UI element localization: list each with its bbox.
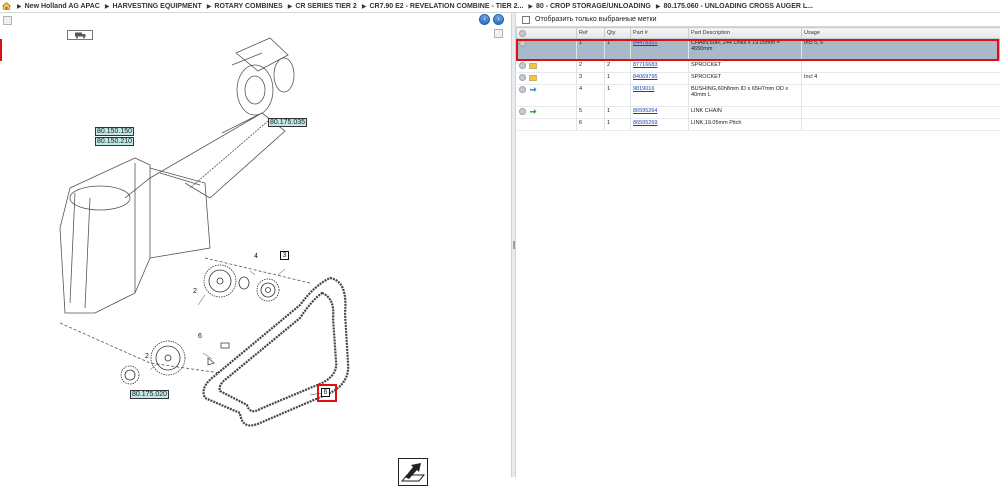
breadcrumb-item-brand[interactable]: ▶New Holland AG APAC xyxy=(17,3,100,10)
row-expand-icon[interactable] xyxy=(519,40,526,47)
breadcrumb-item-page[interactable]: ▶80.175.060 - UNLOADING CROSS AUGER L... xyxy=(656,3,813,10)
column-header-usage[interactable]: Usage xyxy=(802,28,1000,39)
diagram-pane: ‹ › xyxy=(0,13,511,477)
column-header-qty[interactable]: Qty xyxy=(605,28,631,39)
triangle-right-icon: ▶ xyxy=(288,3,293,10)
column-header-icon[interactable] xyxy=(517,28,577,39)
table-header-row: Ref Qty Part # Part Description Usage xyxy=(517,28,1000,39)
part-link[interactable]: 84478351 xyxy=(633,40,657,46)
part-link[interactable]: 86595269 xyxy=(633,120,657,126)
ref-label-80-175-035[interactable]: 80.175.035 xyxy=(268,118,307,127)
table-row[interactable]: 3 1 84069795 SPROCKET Incl 4 xyxy=(517,73,1000,85)
navigate-up-icon[interactable] xyxy=(398,458,428,486)
home-icon[interactable] xyxy=(2,2,11,10)
folder-icon xyxy=(529,62,537,69)
part-link[interactable]: 86595264 xyxy=(633,108,657,114)
column-header-description[interactable]: Part Description xyxy=(689,28,802,39)
filter-bar: Отобразить только выбранные метки xyxy=(516,13,1000,27)
folder-icon xyxy=(529,74,537,81)
callout-6[interactable]: 6 xyxy=(198,333,202,340)
ref-label-80-150-150[interactable]: 80.150.150 xyxy=(95,127,134,136)
selected-callout-highlight xyxy=(317,384,337,402)
table-row[interactable]: 4 1 9819016 BUSHING,60h8mm ID x 65H7mm O… xyxy=(517,85,1000,107)
replace-arrow-icon xyxy=(529,86,537,93)
triangle-right-icon: ▶ xyxy=(362,3,367,10)
part-link[interactable]: 9819016 xyxy=(633,86,654,92)
breadcrumb: ▶New Holland AG APAC ▶HARVESTING EQUIPME… xyxy=(0,0,1000,13)
breadcrumb-item-section[interactable]: ▶80 - CROP STORAGE/UNLOADING xyxy=(528,3,651,10)
column-header-ref[interactable]: Ref xyxy=(577,28,605,39)
triangle-right-icon: ▶ xyxy=(528,3,533,10)
breadcrumb-item-series[interactable]: ▶CR SERIES TIER 2 xyxy=(288,3,357,10)
ref-label-80-175-020[interactable]: 80.175.020 xyxy=(130,390,169,399)
parts-table: Ref Qty Part # Part Description Usage 1 … xyxy=(516,27,1000,131)
part-link[interactable]: 84069795 xyxy=(633,74,657,80)
green-arrow-icon xyxy=(529,108,537,115)
table-row[interactable]: 1 1 84478351 CHAIN,60H, 244 Links x 19.0… xyxy=(517,39,1000,61)
row-expand-icon[interactable] xyxy=(519,62,526,69)
triangle-right-icon: ▶ xyxy=(207,3,212,10)
exploded-parts-diagram xyxy=(0,13,511,477)
row-expand-icon[interactable] xyxy=(519,108,526,115)
parts-list-pane: Отобразить только выбранные метки Ref Qt… xyxy=(516,13,1000,477)
triangle-right-icon: ▶ xyxy=(17,3,22,10)
ref-label-80-150-210[interactable]: 80.150.210 xyxy=(95,137,134,146)
column-header-part[interactable]: Part # xyxy=(631,28,689,39)
show-selected-only-label: Отобразить только выбранные метки xyxy=(535,16,656,23)
triangle-right-icon: ▶ xyxy=(656,3,661,10)
callout-2-upper[interactable]: 2 xyxy=(193,288,197,295)
breadcrumb-item-rotary[interactable]: ▶ROTARY COMBINES xyxy=(207,3,283,10)
row-expand-icon[interactable] xyxy=(519,74,526,81)
callout-2-lower[interactable]: 2 xyxy=(145,353,149,360)
show-selected-only-checkbox[interactable] xyxy=(522,16,530,24)
triangle-right-icon: ▶ xyxy=(105,3,110,10)
table-row[interactable]: 5 1 86595264 LINK CHAIN xyxy=(517,107,1000,119)
splitter-grip-icon xyxy=(513,241,515,249)
breadcrumb-item-harvesting[interactable]: ▶HARVESTING EQUIPMENT xyxy=(105,3,202,10)
breadcrumb-item-model[interactable]: ▶CR7.90 E2 - REVELATION COMBINE - TIER 2… xyxy=(362,3,524,10)
expand-all-icon[interactable] xyxy=(519,30,526,37)
part-link[interactable]: 87716683 xyxy=(633,62,657,68)
table-row[interactable]: 2 2 87716683 SPROCKET xyxy=(517,61,1000,73)
table-row[interactable]: 6 1 86595269 LINK,19.05mm Pitch xyxy=(517,119,1000,131)
callout-3[interactable]: 3 xyxy=(280,251,289,260)
callout-4[interactable]: 4 xyxy=(254,253,258,260)
row-expand-icon[interactable] xyxy=(519,86,526,93)
